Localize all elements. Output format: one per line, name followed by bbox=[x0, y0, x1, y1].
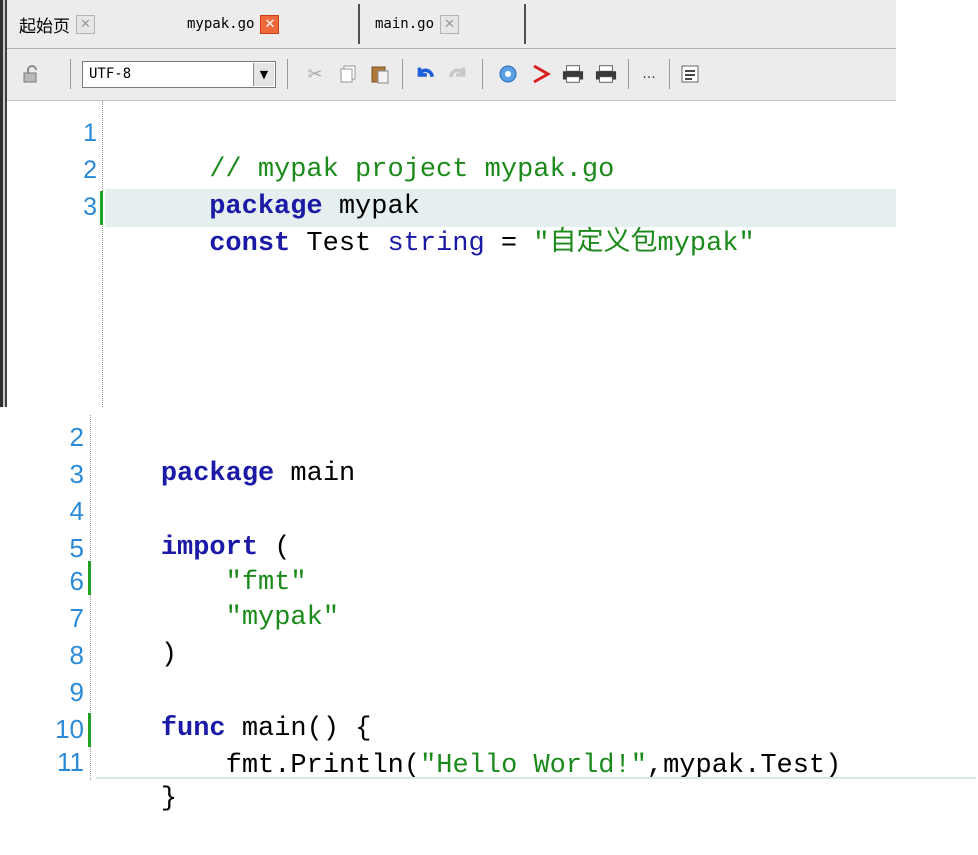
toolbar: UTF-8 ▼ ✂ ... bbox=[7, 49, 896, 101]
code-line: const Test string = "自定义包mypak" bbox=[112, 189, 754, 259]
editor-window-top: 起始页 ✕ mypak.go ✕ main.go ✕ UTF-8 ▼ ✂ ...… bbox=[0, 0, 896, 407]
tab-bar: 起始页 ✕ mypak.go ✕ main.go ✕ bbox=[7, 0, 896, 49]
tab-label: main.go bbox=[375, 16, 435, 32]
print-preview-icon[interactable] bbox=[562, 63, 584, 85]
toolbar-separator bbox=[70, 59, 71, 89]
modified-line-marker bbox=[100, 191, 103, 225]
line-number: 3 bbox=[83, 193, 97, 221]
code-line: import ( bbox=[96, 493, 291, 563]
outline-icon[interactable] bbox=[679, 63, 701, 85]
punctuation-token: ) bbox=[160, 640, 178, 670]
tab-label: mypak.go bbox=[187, 16, 255, 32]
encoding-value: UTF-8 bbox=[89, 66, 132, 82]
line-number: 8 bbox=[69, 640, 84, 670]
toolbar-separator bbox=[402, 59, 403, 89]
code-editor-mypak[interactable]: 1 2 3 // mypak project mypak.go package … bbox=[7, 101, 896, 407]
line-number: 2 bbox=[69, 422, 84, 452]
encoding-select[interactable]: UTF-8 ▼ bbox=[82, 61, 276, 88]
string-token: "mypak" bbox=[160, 603, 340, 633]
code-line: func main() { bbox=[96, 674, 372, 744]
close-icon[interactable]: ✕ bbox=[440, 14, 460, 34]
code-line: package main bbox=[96, 419, 355, 489]
code-line: // mypak project mypak.go bbox=[112, 115, 614, 185]
keyword-token: const bbox=[209, 229, 291, 259]
close-icon[interactable]: ✕ bbox=[260, 14, 280, 34]
operator-token: = bbox=[484, 229, 534, 259]
modified-line-marker bbox=[88, 713, 91, 747]
paste-icon[interactable] bbox=[369, 63, 391, 85]
print-icon[interactable] bbox=[595, 63, 617, 85]
redo-icon[interactable] bbox=[447, 63, 469, 85]
copy-icon[interactable] bbox=[337, 63, 359, 85]
code-editor-main[interactable]: 2 3 4 5 6 7 8 9 10 11 package main impor… bbox=[0, 407, 978, 814]
cut-icon[interactable]: ✂ bbox=[304, 63, 326, 85]
tab-divider bbox=[524, 4, 526, 44]
lock-icon[interactable] bbox=[21, 63, 43, 85]
line-number: 3 bbox=[69, 459, 84, 489]
editor-bottom-edge bbox=[96, 777, 976, 779]
identifier-token: Test bbox=[290, 229, 388, 259]
toolbar-separator bbox=[482, 59, 483, 89]
modified-line-marker bbox=[88, 561, 91, 595]
type-token: string bbox=[387, 229, 485, 259]
line-number: 11 bbox=[57, 747, 84, 777]
line-number: 2 bbox=[83, 156, 97, 184]
line-number: 5 bbox=[69, 533, 84, 563]
tab-start-page[interactable]: 起始页 ✕ bbox=[7, 0, 159, 48]
toolbar-separator bbox=[287, 59, 288, 89]
code-line: } bbox=[96, 744, 177, 814]
code-line: package mypak bbox=[112, 152, 420, 222]
close-icon[interactable]: ✕ bbox=[76, 14, 95, 34]
code-line: "mypak" bbox=[96, 563, 339, 633]
keyword-token: package bbox=[160, 459, 275, 489]
tab-main-go[interactable]: main.go ✕ bbox=[363, 0, 523, 48]
toolbar-separator bbox=[669, 59, 670, 89]
gutter-divider bbox=[102, 101, 103, 407]
punctuation-token: } bbox=[160, 784, 178, 814]
tab-mypak-go[interactable]: mypak.go ✕ bbox=[175, 0, 355, 48]
globe-icon[interactable] bbox=[497, 63, 519, 85]
undo-icon[interactable] bbox=[414, 63, 436, 85]
code-line: ) bbox=[96, 600, 177, 670]
chevron-down-icon[interactable]: ▼ bbox=[253, 63, 274, 86]
line-number: 4 bbox=[69, 496, 84, 526]
line-number: 9 bbox=[69, 677, 84, 707]
tab-label: 起始页 bbox=[19, 16, 70, 37]
code-line: "fmt" bbox=[96, 528, 307, 598]
more-button[interactable]: ... bbox=[635, 63, 663, 85]
tab-divider bbox=[358, 4, 360, 44]
line-number: 10 bbox=[55, 714, 84, 744]
string-token: "自定义包mypak" bbox=[533, 229, 755, 259]
identifier-token: main bbox=[274, 459, 356, 489]
line-number: 1 bbox=[83, 119, 97, 147]
code-line: fmt.Println("Hello World!",mypak.Test) bbox=[96, 711, 842, 781]
line-number: 7 bbox=[69, 603, 84, 633]
line-number: 6 bbox=[69, 566, 84, 596]
toolbar-separator bbox=[628, 59, 629, 89]
pdf-icon[interactable] bbox=[530, 63, 552, 85]
